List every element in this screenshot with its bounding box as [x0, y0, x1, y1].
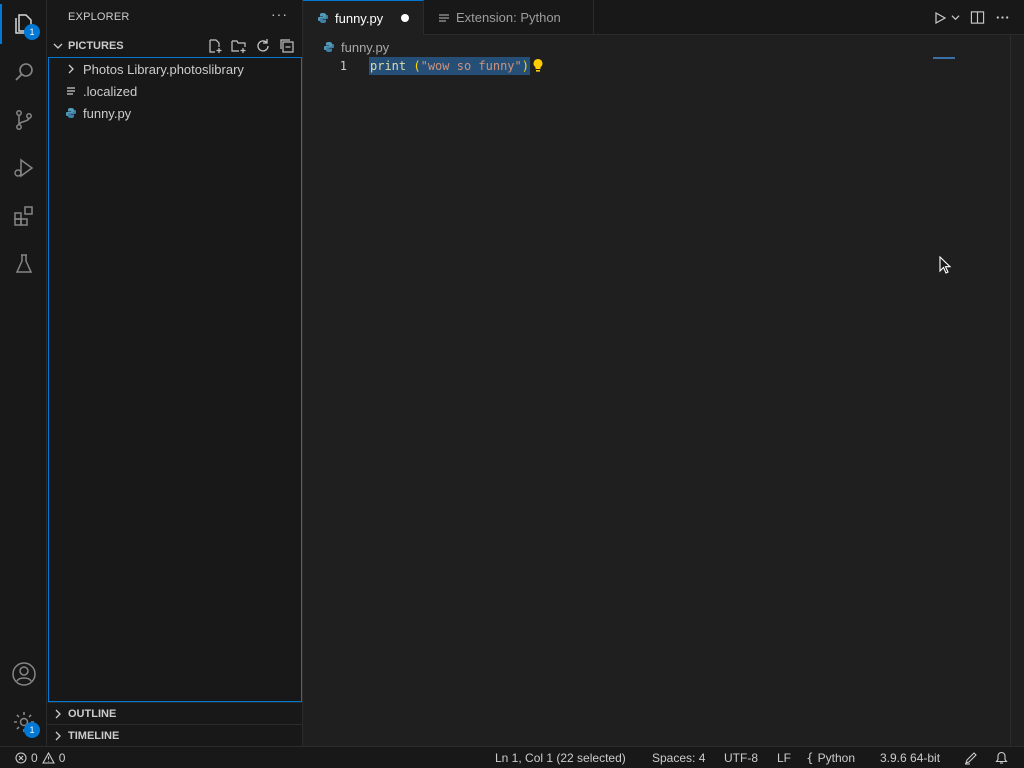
language-label: Python — [817, 750, 855, 765]
source-control-icon — [15, 110, 32, 130]
run-python-file-icon[interactable] — [933, 11, 947, 25]
token-open-paren: ( — [413, 59, 421, 73]
folder-name: PICTURES — [68, 40, 124, 52]
indentation-status[interactable]: Spaces: 4 — [652, 747, 705, 768]
language-mode-status[interactable]: { Python — [806, 747, 855, 768]
chevron-right-icon — [64, 64, 78, 74]
explorer-activity-button[interactable]: 1 — [0, 0, 47, 48]
python-file-icon — [323, 41, 335, 53]
notifications-bell-icon[interactable] — [995, 747, 1008, 768]
token-string: "wow so funny" — [420, 59, 522, 73]
source-control-activity-button[interactable] — [0, 96, 47, 144]
collapse-all-icon[interactable] — [279, 38, 295, 54]
editor-area: funny.py Extension: Python funny.py 1 pr… — [303, 0, 1024, 746]
tab-funny-py[interactable]: funny.py — [303, 0, 424, 35]
outline-section-header[interactable]: OUTLINE — [47, 703, 303, 725]
warning-count: 0 — [58, 750, 66, 765]
feedback-icon[interactable] — [964, 747, 978, 768]
warning-icon — [41, 751, 55, 764]
editor-scrollbar[interactable] — [1010, 35, 1024, 746]
tree-item-localized[interactable]: .localized — [49, 80, 301, 102]
encoding-status[interactable]: UTF-8 — [724, 747, 758, 768]
status-bar: 0 0 Ln 1, Col 1 (22 selected) Spaces: 4 … — [0, 746, 1024, 768]
selected-code[interactable]: print ("wow so funny") — [369, 57, 530, 75]
minimap-selection[interactable] — [933, 57, 955, 59]
beaker-icon — [15, 254, 32, 273]
refresh-icon[interactable] — [255, 38, 271, 54]
outline-label: OUTLINE — [68, 708, 117, 720]
timeline-section-header[interactable]: TIMELINE — [47, 725, 303, 747]
file-lines-icon — [64, 86, 78, 96]
problems-status[interactable]: 0 0 — [15, 747, 65, 768]
split-editor-icon[interactable] — [970, 10, 985, 25]
extensions-activity-button[interactable] — [0, 192, 47, 240]
editor-actions — [933, 10, 1010, 25]
chevron-down-icon[interactable] — [951, 13, 960, 22]
tab-label: Extension: Python — [456, 10, 561, 25]
error-count: 0 — [31, 750, 38, 765]
manage-badge: 1 — [24, 722, 40, 738]
explorer-sidebar: EXPLORER ··· PICTURES Photos Library.pho… — [47, 0, 303, 746]
new-file-icon[interactable] — [207, 38, 223, 54]
token-close-paren: ) — [521, 59, 529, 73]
folder-section-header[interactable]: PICTURES — [47, 35, 303, 57]
accounts-activity-button[interactable] — [0, 650, 47, 698]
tree-item-funny-py[interactable]: funny.py — [49, 102, 301, 124]
manage-activity-button[interactable]: 1 — [0, 698, 47, 746]
search-icon — [14, 63, 33, 81]
sidebar-title: EXPLORER — [68, 11, 130, 23]
explorer-badge: 1 — [24, 24, 40, 40]
token-function: print — [370, 59, 407, 73]
chevron-right-icon — [48, 709, 68, 719]
file-tree: Photos Library.photoslibrary .localized … — [48, 57, 302, 702]
chevron-down-icon — [48, 41, 68, 51]
code-line[interactable]: 1 print ("wow so funny") — [303, 57, 1024, 76]
python-file-icon — [317, 12, 329, 24]
error-icon — [15, 751, 27, 764]
folder-actions — [207, 38, 295, 54]
tab-label: funny.py — [335, 10, 384, 26]
braces-icon: { — [806, 750, 814, 765]
views-more-button[interactable]: ··· — [271, 6, 288, 22]
tree-item-label: Photos Library.photoslibrary — [83, 61, 244, 77]
interpreter-status[interactable]: 3.9.6 64-bit — [880, 747, 940, 768]
unsaved-dot-icon[interactable] — [401, 14, 410, 22]
account-icon — [11, 662, 36, 686]
more-actions-icon[interactable] — [995, 10, 1010, 25]
search-activity-button[interactable] — [0, 48, 47, 96]
tab-bar: funny.py Extension: Python — [303, 0, 1024, 35]
extensions-icon — [13, 206, 33, 226]
tree-item-label: .localized — [83, 83, 138, 99]
breadcrumb-file: funny.py — [341, 39, 390, 55]
breadcrumb[interactable]: funny.py — [323, 38, 389, 56]
timeline-label: TIMELINE — [68, 730, 120, 742]
eol-status[interactable]: LF — [777, 747, 791, 768]
preview-icon — [438, 12, 450, 24]
run-debug-icon — [13, 158, 33, 178]
new-folder-icon[interactable] — [231, 38, 247, 54]
activity-bar: 1 1 — [0, 0, 47, 746]
chevron-right-icon — [48, 731, 68, 741]
run-debug-activity-button[interactable] — [0, 144, 47, 192]
python-file-icon — [64, 107, 78, 119]
lightbulb-icon[interactable] — [532, 58, 544, 73]
tree-item-photos-library[interactable]: Photos Library.photoslibrary — [49, 58, 301, 80]
tab-extension-python[interactable]: Extension: Python — [424, 0, 594, 35]
tree-item-label: funny.py — [83, 105, 132, 121]
testing-activity-button[interactable] — [0, 240, 47, 288]
cursor-position-status[interactable]: Ln 1, Col 1 (22 selected) — [495, 747, 626, 768]
mouse-pointer-icon — [939, 256, 951, 274]
line-number: 1 — [339, 59, 347, 73]
